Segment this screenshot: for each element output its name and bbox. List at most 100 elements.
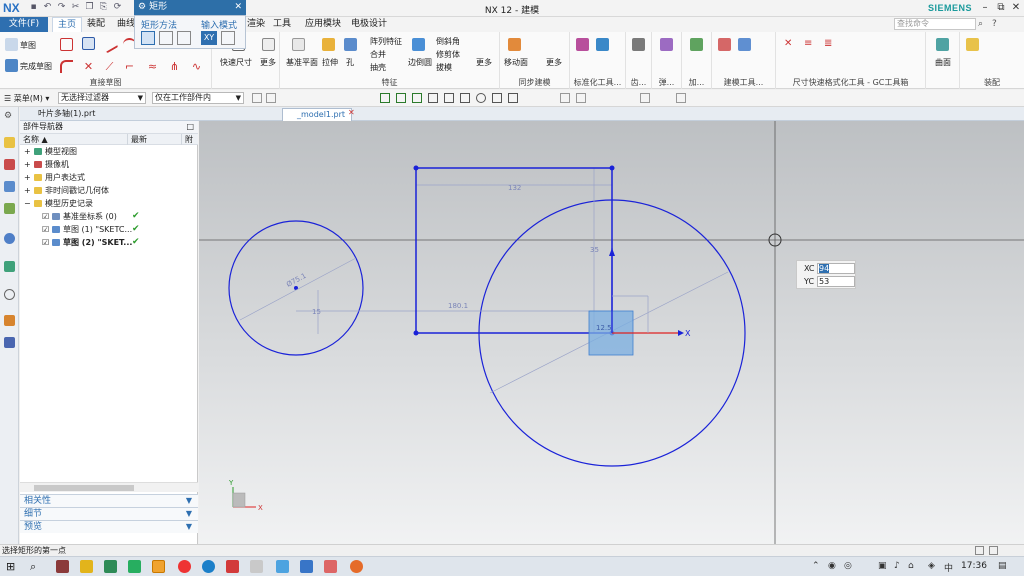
close-button[interactable]: ✕ bbox=[1009, 2, 1023, 13]
network-icon[interactable]: ⌂ bbox=[908, 561, 914, 571]
panel-preview[interactable]: 预览 ▼ bbox=[20, 520, 198, 533]
more-button[interactable]: 更多 bbox=[260, 57, 276, 68]
finish-sketch-button[interactable]: 完成草图 bbox=[20, 61, 52, 72]
settings-gear-icon[interactable]: ⚙ bbox=[4, 111, 15, 122]
chamfer-button[interactable]: 倒斜角 bbox=[436, 36, 460, 47]
studio-spline-icon[interactable]: ∿ bbox=[190, 60, 203, 73]
feature-more-button[interactable]: 更多 bbox=[476, 57, 492, 68]
surface-icon[interactable] bbox=[936, 38, 949, 51]
tray-icon-3[interactable]: ▣ bbox=[878, 561, 887, 571]
snap-icon[interactable] bbox=[252, 93, 262, 103]
shield-icon[interactable]: ◈ bbox=[928, 561, 935, 571]
hole-icon[interactable] bbox=[344, 38, 357, 51]
sketch-icon[interactable] bbox=[5, 38, 18, 51]
close-tab-icon[interactable]: ✕ bbox=[348, 108, 355, 117]
command-search-input[interactable]: 查找命令 bbox=[894, 18, 976, 30]
tab-tools[interactable]: 工具 bbox=[268, 17, 296, 32]
tree-node[interactable]: ☑ 基准坐标系 (0) ✔ bbox=[20, 210, 198, 223]
existing-point-icon[interactable] bbox=[492, 93, 502, 103]
restore-button[interactable]: ⧉ bbox=[994, 2, 1008, 13]
tree-node[interactable]: + 摄像机 bbox=[20, 158, 198, 171]
tree-node[interactable]: ☑ 草图 (2) "SKET... ✔ bbox=[20, 236, 198, 249]
search-icon[interactable]: ⌕ bbox=[30, 560, 43, 573]
web-browser-icon[interactable] bbox=[4, 233, 15, 244]
process-studio-icon[interactable] bbox=[4, 315, 15, 326]
expand-icon[interactable]: + bbox=[24, 145, 31, 158]
app-icon-4[interactable] bbox=[128, 560, 141, 573]
extrude-button[interactable]: 拉伸 bbox=[322, 57, 338, 68]
tab-app-modules[interactable]: 应用模块 bbox=[300, 17, 346, 32]
corner-icon[interactable]: ⌐ bbox=[123, 60, 136, 73]
app-icon-11[interactable] bbox=[300, 560, 313, 573]
surface-button[interactable]: 曲面 bbox=[935, 57, 951, 68]
hole-button[interactable]: 孔 bbox=[346, 57, 354, 68]
arc-center-icon[interactable] bbox=[444, 93, 454, 103]
clock-icon[interactable] bbox=[4, 289, 15, 300]
tab-render[interactable]: 渲染 bbox=[242, 17, 270, 32]
view-icon-2[interactable] bbox=[576, 93, 586, 103]
edge-icon[interactable] bbox=[202, 560, 215, 573]
center-rect-icon[interactable] bbox=[177, 31, 191, 45]
datum-plane-icon[interactable] bbox=[292, 38, 305, 51]
shading-icon[interactable] bbox=[676, 93, 686, 103]
xc-input[interactable]: 94 bbox=[817, 263, 855, 274]
type-filter-select[interactable]: 无选择过滤器 ▼ bbox=[58, 92, 146, 104]
sketch-button[interactable]: 草图 bbox=[20, 40, 36, 51]
app-icon-12[interactable] bbox=[324, 560, 337, 573]
three-point-rect-icon[interactable] bbox=[159, 31, 173, 45]
control-point-icon[interactable] bbox=[412, 93, 422, 103]
tree-node[interactable]: + 非时间戳记几何体 bbox=[20, 184, 198, 197]
app-icon-3[interactable] bbox=[104, 560, 117, 573]
close-icon[interactable]: ✕ bbox=[234, 0, 242, 15]
volume-icon[interactable]: ♪ bbox=[894, 561, 900, 571]
grid-snap-icon[interactable] bbox=[508, 93, 518, 103]
trim-body-button[interactable]: 修剪体 bbox=[436, 49, 460, 60]
tab-home[interactable]: 主页 bbox=[52, 17, 83, 32]
dim-format-icon-2[interactable]: ≡ bbox=[804, 38, 817, 51]
tab-assembly[interactable]: 装配 bbox=[82, 17, 110, 32]
dim-format-icon[interactable]: ✕ bbox=[784, 38, 797, 51]
move-face-icon[interactable] bbox=[508, 38, 521, 51]
expand-icon[interactable]: − bbox=[24, 197, 31, 210]
app-icon-1[interactable] bbox=[56, 560, 69, 573]
line-icon[interactable] bbox=[100, 35, 119, 54]
expand-icon[interactable]: + bbox=[24, 184, 31, 197]
app-icon-10[interactable] bbox=[276, 560, 289, 573]
edge-blend-button[interactable]: 边倒圆 bbox=[408, 57, 432, 68]
more-icon[interactable] bbox=[262, 38, 275, 51]
xy-mode-button[interactable]: XY bbox=[201, 31, 217, 45]
checkbox-icon[interactable]: ☑ bbox=[42, 223, 49, 236]
std-tool-icon[interactable] bbox=[576, 38, 589, 51]
edge-blend-icon[interactable] bbox=[412, 38, 425, 51]
sketch-canvas[interactable]: Ø75.1 15 132 180.1 35 12.5 X X Y bbox=[199, 121, 1024, 544]
checkbox-icon[interactable]: ☑ bbox=[42, 210, 49, 223]
navigator-scrollbar[interactable] bbox=[20, 482, 198, 492]
column-latest[interactable]: 最新 bbox=[128, 134, 182, 145]
qq-icon[interactable] bbox=[152, 560, 165, 573]
assembly-icon[interactable] bbox=[966, 38, 979, 51]
endpoint-icon[interactable] bbox=[380, 93, 390, 103]
layout-icon[interactable] bbox=[975, 546, 984, 555]
app-icon-6[interactable] bbox=[178, 560, 191, 573]
app-icon-2[interactable] bbox=[80, 560, 93, 573]
move-face-button[interactable]: 移动面 bbox=[504, 57, 528, 68]
gear-icon[interactable] bbox=[632, 38, 645, 51]
modeling-tool-icon[interactable] bbox=[718, 38, 731, 51]
maximize-icon[interactable]: □ bbox=[186, 121, 194, 133]
profile-icon[interactable] bbox=[60, 38, 73, 51]
draft-button[interactable]: 拔模 bbox=[436, 62, 452, 73]
tree-node[interactable]: ☑ 草图 (1) "SKETC... ✔ bbox=[20, 223, 198, 236]
ime-indicator[interactable]: 中 bbox=[944, 561, 953, 574]
yc-input[interactable]: 53 bbox=[817, 276, 855, 287]
finish-sketch-icon[interactable] bbox=[5, 59, 18, 72]
tray-icon-1[interactable]: ◉ bbox=[828, 561, 836, 571]
datum-plane-button[interactable]: 基准平面 bbox=[286, 57, 318, 68]
tree-node[interactable]: − 模型历史记录 bbox=[20, 197, 198, 210]
tab-model1-part[interactable]: _model1.prt bbox=[282, 108, 353, 121]
quick-dimension-button[interactable]: 快速尺寸 bbox=[220, 57, 252, 68]
shell-button[interactable]: 抽壳 bbox=[370, 62, 386, 73]
search-icon[interactable]: ⌕ bbox=[978, 19, 983, 29]
parameter-mode-icon[interactable] bbox=[221, 31, 235, 45]
add-icon[interactable] bbox=[690, 38, 703, 51]
graphics-window[interactable]: Ø75.1 15 132 180.1 35 12.5 X X Y bbox=[199, 121, 1024, 544]
